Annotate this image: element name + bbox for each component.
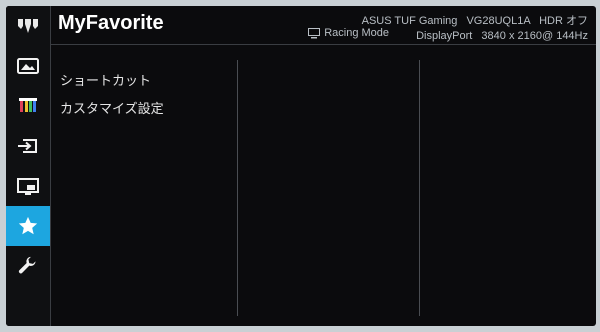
pip-icon — [17, 178, 39, 195]
input-select-icon — [18, 139, 37, 153]
column-divider — [419, 60, 420, 316]
input-label: DisplayPort — [416, 29, 473, 42]
wrench-icon — [18, 256, 36, 274]
hdr-status: HDR オフ — [539, 15, 588, 27]
menu-item-customize[interactable]: カスタマイズ設定 — [60, 98, 164, 117]
tuf-logo — [6, 6, 50, 46]
monitor-icon — [308, 27, 321, 38]
osd-header: MyFavorite ASUS TUF Gaming VG28UQL1A HDR… — [50, 6, 596, 45]
mode-label: Racing Mode — [324, 27, 390, 39]
sidebar-item-pip[interactable] — [6, 166, 50, 206]
menu-item-shortcut[interactable]: ショートカット — [60, 70, 151, 89]
monitor-info-row: ASUS TUF Gaming VG28UQL1A HDR オフ — [356, 12, 588, 28]
sidebar-item-myfavorite[interactable] — [6, 206, 50, 246]
star-icon — [18, 216, 38, 235]
model-label: VG28UQL1A — [466, 15, 531, 27]
column-divider — [237, 60, 238, 316]
menu-content: ショートカット カスタマイズ設定 — [50, 45, 596, 326]
monitor-bezel: MyFavorite ASUS TUF Gaming VG28UQL1A HDR… — [0, 0, 600, 332]
mode-indicator: Racing Mode — [308, 27, 389, 39]
sidebar-item-input[interactable] — [6, 126, 50, 166]
resolution-label: 3840 x 2160@ 144Hz — [481, 29, 588, 42]
sidebar-item-image[interactable] — [6, 46, 50, 86]
page-title: MyFavorite — [58, 12, 164, 34]
signal-info-row: Racing Mode DisplayPort 3840 x 2160@ 144… — [302, 27, 588, 42]
color-bars-icon — [19, 98, 37, 112]
sidebar — [6, 6, 51, 326]
brand-label: ASUS TUF Gaming — [361, 15, 458, 27]
sidebar-item-system[interactable] — [6, 246, 50, 286]
sidebar-item-color[interactable] — [6, 86, 50, 126]
osd-menu: MyFavorite ASUS TUF Gaming VG28UQL1A HDR… — [6, 6, 596, 326]
image-icon — [17, 58, 39, 74]
